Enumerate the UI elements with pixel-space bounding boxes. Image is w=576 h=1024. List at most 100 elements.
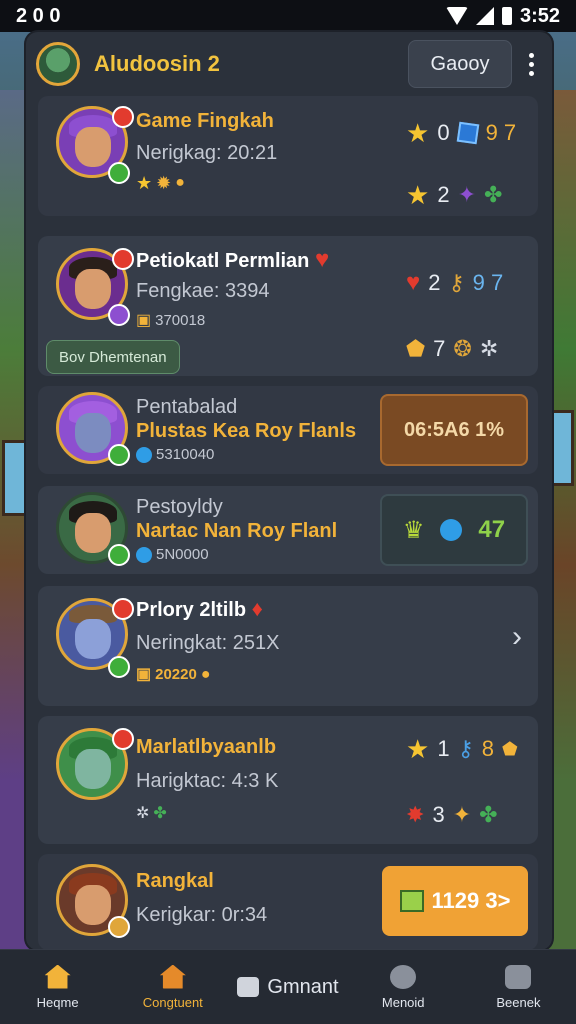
stat-row-2: ★ 2 ✦ ✤ [406, 182, 502, 208]
shield-icon: ⬟ [501, 739, 518, 759]
stat-value: 3 [432, 802, 445, 827]
nav-item-shop[interactable]: Gmnant [230, 950, 345, 1024]
profile-avatar[interactable] [36, 42, 80, 86]
heart-icon: ♥ [314, 246, 330, 273]
chest-icon: ▣ [136, 665, 152, 683]
player-name-text: Petiokatl Permlian [136, 250, 310, 272]
gem-icon [136, 546, 152, 563]
nav-item-book[interactable]: Beenek [461, 950, 576, 1024]
cash-icon [399, 890, 424, 912]
player-name: Marlatlbyaanlb [136, 736, 277, 758]
list-item[interactable]: Pestoyldy Nartac Nan Roy Flanl 5N0000 ♛ … [38, 486, 538, 574]
verified-icon [108, 544, 130, 566]
battery-icon [501, 7, 512, 25]
crown-icon: ♛ [402, 516, 425, 544]
nav-item-messages[interactable]: Menoid [346, 950, 461, 1024]
clover-icon: ✤ [479, 802, 498, 827]
player-code-text: 20220 [155, 666, 197, 683]
chat-icon [390, 964, 417, 989]
star-icon: ★ [406, 118, 430, 148]
stat-value: 9 7 [472, 270, 504, 295]
potion-icon: ✦ [457, 182, 476, 207]
stat-value: 2 [437, 182, 450, 207]
player-subtitle: Fengkae: 3394 [136, 280, 270, 302]
list-item[interactable]: Pentabalad Plustas Kea Roy Flanls 531004… [38, 386, 538, 474]
player-subtitle: Kerigkar: 0r:34 [136, 904, 268, 926]
heart-icon: ♥ [406, 269, 421, 296]
clover-icon: ✤ [153, 805, 167, 822]
player-code: ▣ 20220 ● [136, 666, 211, 683]
nav-label: Congtuent [142, 994, 203, 1010]
stat-value: 0 [437, 120, 450, 145]
shield-icon: ⬟ [406, 336, 426, 361]
coin-icon: ● [175, 174, 185, 191]
verified-icon [108, 304, 130, 326]
chest-icon: ▣ [136, 311, 152, 329]
status-indicators: 3:52 [445, 4, 560, 28]
reward-icons: ★ ✹ ● [136, 174, 185, 192]
timer-box[interactable]: 06:5A6 1% [380, 394, 528, 466]
more-menu-icon[interactable] [526, 52, 536, 76]
player-name: Game Fingkah [136, 110, 274, 132]
verified-icon [108, 444, 130, 466]
coin-icon: ● [200, 665, 211, 683]
stat-value: 2 [428, 270, 441, 295]
list-item[interactable]: Petiokatl Permlian ♥ Fengkae: 3394 ▣ 370… [38, 236, 538, 376]
nav-label: Heqme [36, 994, 79, 1010]
verified-icon [108, 656, 130, 678]
rank-badge-icon [112, 106, 134, 128]
home-icon [44, 964, 71, 989]
key-icon: ⚷ [457, 736, 474, 761]
wifi-icon [445, 7, 468, 25]
status-time: 2 0 0 [16, 4, 61, 27]
chevron-right-icon[interactable]: › [512, 620, 522, 654]
star-icon: ★ [406, 180, 430, 210]
status-clock: 3:52 [519, 4, 560, 27]
player-subtitle: Plustas Kea Roy Flanls [136, 420, 357, 442]
player-subtitle: Neringkat: 251X [136, 632, 280, 654]
player-code: 5N0000 [136, 546, 209, 563]
nav-label: Menoid [381, 994, 425, 1010]
claim-button[interactable]: 1129 3> [382, 866, 528, 936]
player-name: Rangkal [136, 870, 214, 892]
player-code-text: 370018 [155, 312, 206, 329]
list-item[interactable]: Marlatlbyaanlb Harigktac: 4:3 K ✲ ✤ ★ 1 … [38, 716, 538, 844]
header-action-button[interactable]: Gaooy [408, 40, 512, 88]
list-item[interactable]: Game Fingkah Nerigkag: 20:21 ★ ✹ ● ★ 0 9… [38, 96, 538, 216]
stat-value: 7 [433, 336, 446, 361]
player-name: Petiokatl Permlian ♥ [136, 248, 329, 273]
bomb-icon: ✸ [406, 802, 425, 827]
stat-row-1: ★ 1 ⚷ 8 ⬟ [406, 736, 518, 762]
book-icon [505, 964, 532, 989]
leaderboard-panel: Aludoosin 2 Gaooy Game Fingkah Nerigkag:… [26, 32, 552, 950]
status-bar: 2 0 0 3:52 [0, 0, 576, 32]
gem-icon [440, 519, 463, 541]
gear-icon: ✹ [156, 173, 172, 193]
cookie-icon: ✦ [452, 802, 472, 827]
status-tag-text: Bov Dhemtenan [59, 348, 167, 366]
stat-value: 1 [437, 736, 450, 761]
player-name: Prlory 2ltilb ♦ [136, 598, 263, 622]
rank-badge-icon [112, 728, 134, 750]
house-icon [159, 964, 186, 989]
header-bar: Aludoosin 2 Gaooy [26, 32, 552, 96]
status-tag[interactable]: Bov Dhemtenan [46, 340, 180, 374]
key-icon: ⚷ [448, 270, 465, 295]
clover-icon: ✤ [484, 182, 503, 207]
bottom-navigation: Heqme Congtuent Gmnant Menoid Beenek [0, 949, 576, 1024]
player-subtitle: Harigktac: 4:3 K [136, 770, 279, 792]
claim-button-text: 1129 3> [431, 888, 511, 913]
list-item[interactable]: Prlory 2ltilb ♦ Neringkat: 251X ▣ 20220 … [38, 586, 538, 706]
nav-item-content[interactable]: Congtuent [115, 950, 230, 1024]
reward-icons: ✲ ✤ [136, 806, 167, 822]
player-code: 5310040 [136, 446, 214, 463]
player-code-text: 5310040 [156, 446, 215, 463]
timer-text: 06:5A6 1% [403, 418, 505, 441]
gear-icon: ✲ [479, 336, 499, 361]
nav-item-home[interactable]: Heqme [0, 950, 115, 1024]
list-item[interactable]: Rangkal Kerigkar: 0r:34 1129 3> [38, 854, 538, 950]
stat-row-2: ✸ 3 ✦ ✤ [406, 802, 498, 828]
player-code-text: 5N0000 [156, 546, 209, 563]
player-name: Pestoyldy [136, 496, 223, 518]
reward-box[interactable]: ♛ 47 [380, 494, 528, 566]
